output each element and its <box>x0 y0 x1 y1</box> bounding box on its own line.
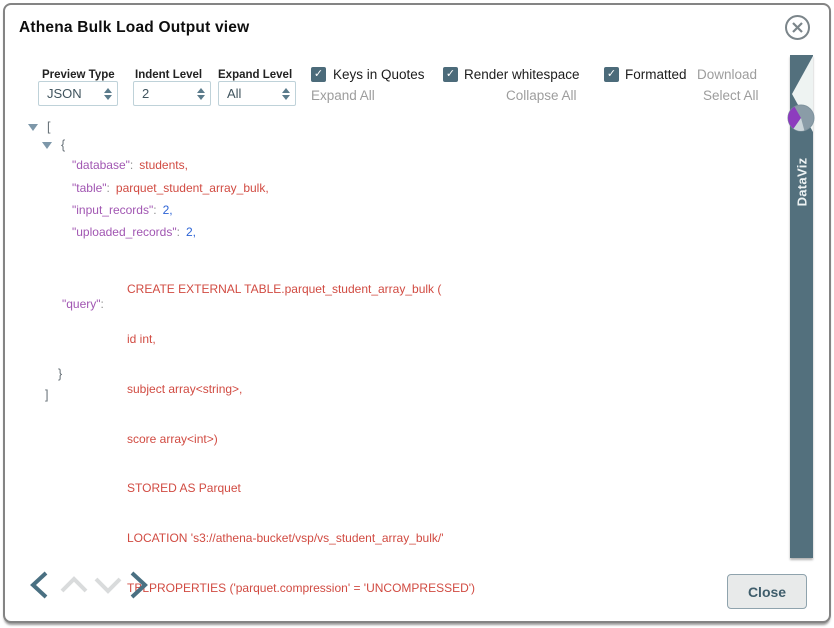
expand-level-select[interactable]: All <box>218 81 296 106</box>
collapse-arrow-icon[interactable] <box>28 124 38 131</box>
formatted-label: Formatted <box>625 67 687 82</box>
indent-level-input[interactable]: 2 <box>133 81 211 106</box>
stepper-arrows-icon[interactable] <box>104 88 112 100</box>
indent-level-value: 2 <box>142 86 149 101</box>
json-key: "query" <box>62 297 101 311</box>
tree-row-object: { <box>42 138 65 152</box>
tree-entry-input-records: "input_records": 2, <box>72 203 173 217</box>
pie-chart-icon[interactable] <box>786 103 816 133</box>
json-value: 2, <box>186 225 196 239</box>
object-open-brace: { <box>61 138 65 152</box>
nav-up-button[interactable] <box>62 579 86 591</box>
json-key: "uploaded_records" <box>72 225 177 239</box>
close-icon[interactable] <box>784 14 811 41</box>
collapse-arrow-icon[interactable] <box>42 142 52 149</box>
query-sql-text: CREATE EXTERNAL TABLE.parquet_student_ar… <box>127 248 475 628</box>
nav-previous-button[interactable] <box>33 573 46 597</box>
close-button[interactable]: Close <box>727 574 807 609</box>
screen: Athena Bulk Load Output view Preview Typ… <box>0 0 834 628</box>
stepper-arrows-icon[interactable] <box>282 88 290 100</box>
dataviz-tab-label[interactable]: DataViz <box>790 140 813 224</box>
nav-next-button[interactable] <box>132 573 145 597</box>
json-key: "table" <box>72 181 107 195</box>
json-value: parquet_student_array_bulk, <box>116 181 269 195</box>
json-key: "input_records" <box>72 203 153 217</box>
collapse-all-link[interactable]: Collapse All <box>506 88 577 103</box>
json-key: "database" <box>72 158 130 172</box>
tree-row-root: [ <box>28 120 50 134</box>
nav-down-button[interactable] <box>96 579 120 591</box>
render-whitespace-label: Render whitespace <box>464 67 580 82</box>
select-all-link[interactable]: Select All <box>703 88 759 103</box>
tree-row-close-bracket: ] <box>45 388 48 402</box>
record-nav <box>28 570 153 600</box>
tree-entry-query-key: "query": <box>62 297 110 311</box>
dialog-title: Athena Bulk Load Output view <box>19 19 249 37</box>
root-close-bracket: ] <box>45 388 48 402</box>
root-open-bracket: [ <box>47 120 50 134</box>
object-close-brace: } <box>58 367 62 381</box>
formatted-checkbox[interactable]: ✓ <box>604 67 619 82</box>
expand-level-value: All <box>227 86 241 101</box>
keys-in-quotes-checkbox[interactable]: ✓ <box>311 67 326 82</box>
tree-row-close-brace: } <box>58 367 62 381</box>
preview-type-select[interactable]: JSON <box>38 81 118 106</box>
download-link[interactable]: Download <box>697 67 757 82</box>
tree-entry-database: "database": students, <box>72 158 188 172</box>
expand-all-link[interactable]: Expand All <box>311 88 375 103</box>
stepper-arrows-icon[interactable] <box>197 88 205 100</box>
preview-type-value: JSON <box>47 86 82 101</box>
json-value: students, <box>139 158 188 172</box>
tree-entry-uploaded-records: "uploaded_records": 2, <box>72 225 196 239</box>
render-whitespace-checkbox[interactable]: ✓ <box>443 67 458 82</box>
keys-in-quotes-label: Keys in Quotes <box>333 67 425 82</box>
tree-entry-table: "table": parquet_student_array_bulk, <box>72 181 269 195</box>
json-value: 2, <box>163 203 173 217</box>
